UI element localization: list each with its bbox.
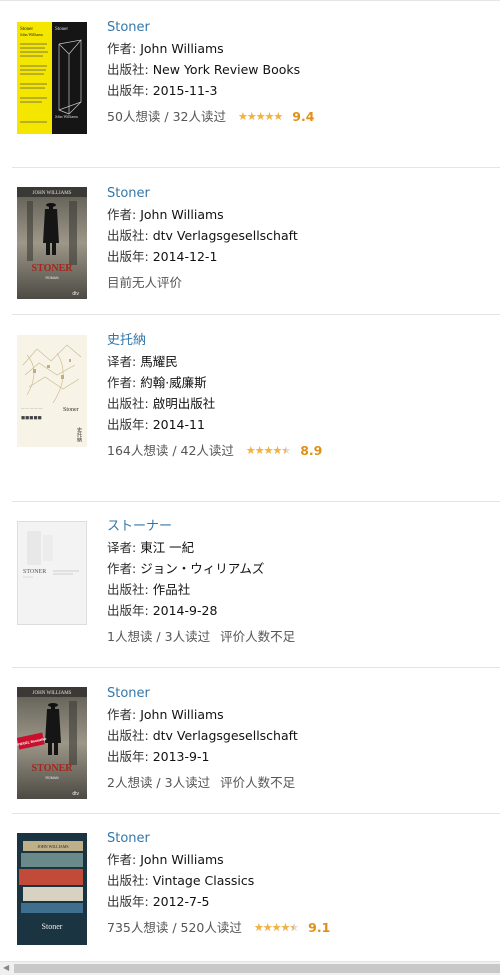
- horizontal-scrollbar[interactable]: ◀: [0, 961, 500, 975]
- read-counts: 2人想读 / 3人读过: [107, 775, 211, 790]
- separator: [12, 667, 500, 668]
- author-row: 作者: John Williams: [107, 207, 224, 222]
- top-border: [0, 0, 500, 1]
- svg-text:dtv: dtv: [72, 791, 79, 797]
- book-info: Stoner 作者: John Williams 出版社: Vintage Cl…: [107, 828, 487, 938]
- book-info: Stoner 作者: John Williams 出版社: dtv Verlag…: [107, 183, 487, 293]
- publisher-row: 出版社: 啟明出版社: [107, 396, 216, 411]
- svg-text:STONER: STONER: [32, 763, 74, 774]
- svg-text:史托納: 史托納: [76, 426, 82, 443]
- translator-row: 译者: 東江 一紀: [107, 540, 195, 555]
- book-title[interactable]: Stoner: [107, 828, 487, 849]
- rating-row: 目前无人评价: [107, 272, 487, 293]
- svg-text:JOHN WILLIAMS: JOHN WILLIAMS: [37, 844, 68, 849]
- rating-row: 164人想读 / 42人读过 ★★★★★★★★★★ 8.9: [107, 440, 487, 461]
- read-counts: 1人想读 / 3人读过: [107, 629, 211, 644]
- rating-score: 9.4: [292, 109, 315, 124]
- publisher-row: 出版社: dtv Verlagsgesellschaft: [107, 228, 298, 243]
- book-cover[interactable]: JOHN WILLIAMS STONER ROMAN dtv: [17, 187, 87, 299]
- publisher-row: 出版社: 作品社: [107, 582, 191, 597]
- author-row: 作者: 約翰·威廉斯: [107, 375, 207, 390]
- read-counts: 735人想读 / 520人读过: [107, 920, 242, 935]
- book-info: Stoner 作者: John Williams 出版社: New York R…: [107, 17, 487, 127]
- book-title[interactable]: ストーナー: [107, 516, 487, 537]
- separator: [12, 501, 500, 502]
- book-info: ストーナー 译者: 東江 一紀 作者: ジョン・ウィリアムズ 出版社: 作品社 …: [107, 516, 487, 647]
- svg-text:Stoner: Stoner: [42, 922, 63, 931]
- author-row: 作者: ジョン・ウィリアムズ: [107, 561, 265, 576]
- author-row: 作者: John Williams: [107, 41, 224, 56]
- publisher-row: 出版社: Vintage Classics: [107, 873, 255, 888]
- book-title[interactable]: Stoner: [107, 683, 487, 704]
- read-counts: 164人想读 / 42人读过: [107, 443, 234, 458]
- svg-text:STONER: STONER: [23, 569, 46, 575]
- rating-score: 9.1: [308, 920, 331, 935]
- year-row: 出版年: 2014-12-1: [107, 249, 218, 264]
- year-row: 出版年: 2013-9-1: [107, 749, 210, 764]
- rating-row: 1人想读 / 3人读过 评价人数不足: [107, 626, 487, 647]
- year-row: 出版年: 2014-11: [107, 417, 205, 432]
- rating-row: 2人想读 / 3人读过 评价人数不足: [107, 772, 487, 793]
- rating-note: 评价人数不足: [220, 629, 296, 644]
- svg-text:JOHN WILLIAMS: JOHN WILLIAMS: [33, 191, 72, 196]
- book-title[interactable]: Stoner: [107, 17, 487, 38]
- separator: [12, 314, 500, 315]
- svg-text:Stoner: Stoner: [63, 407, 79, 413]
- svg-text:ROMAN: ROMAN: [45, 276, 59, 280]
- rating-row: 735人想读 / 520人读过 ★★★★★★★★★★ 9.1: [107, 917, 487, 938]
- publisher-row: 出版社: dtv Verlagsgesellschaft: [107, 728, 298, 743]
- rating-score: 8.9: [300, 443, 323, 458]
- cover-author: John Williams: [20, 32, 43, 37]
- separator: [12, 167, 500, 168]
- book-info: 史托納 译者: 馬耀民 作者: 約翰·威廉斯 出版社: 啟明出版社 出版年: 2…: [107, 330, 487, 461]
- scroll-left-arrow-icon[interactable]: ◀: [3, 963, 9, 972]
- author-row: 作者: John Williams: [107, 852, 224, 867]
- star-rating: ★★★★★★★★★★: [253, 921, 299, 934]
- book-cover[interactable]: Stoner John Williams Stoner John William…: [17, 22, 87, 134]
- svg-text:ROMAN: ROMAN: [45, 776, 59, 780]
- book-title[interactable]: 史托納: [107, 330, 487, 351]
- svg-text:— — — — —: — — — — —: [21, 406, 43, 410]
- book-cover[interactable]: — — — — — ◼◼◼◼◼ Stoner 史托納: [17, 335, 87, 447]
- book-cover[interactable]: JOHN WILLIAMS Stoner: [17, 833, 87, 945]
- scrollbar-thumb[interactable]: [14, 964, 500, 973]
- book-title[interactable]: Stoner: [107, 183, 487, 204]
- star-rating: ★★★★★★★★★★: [245, 444, 291, 457]
- svg-text:STONER: STONER: [32, 263, 74, 274]
- rating-note: 评价人数不足: [220, 775, 296, 790]
- book-cover[interactable]: JOHN WILLIAMS SPIEGEL Bestseller STONER …: [17, 687, 87, 799]
- rating-row: 50人想读 / 32人读过 ★★★★★ ★★★★★ 9.4: [107, 106, 487, 127]
- book-info: Stoner 作者: John Williams 出版社: dtv Verlag…: [107, 683, 487, 793]
- star-rating: ★★★★★★★★★★: [237, 110, 283, 123]
- svg-text:John Williams: John Williams: [55, 114, 78, 119]
- book-cover[interactable]: STONER: [17, 521, 87, 633]
- year-row: 出版年: 2015-11-3: [107, 83, 218, 98]
- read-counts: 目前无人评价: [107, 275, 183, 290]
- svg-text:◼◼◼◼◼: ◼◼◼◼◼: [21, 416, 42, 421]
- year-row: 出版年: 2014-9-28: [107, 603, 218, 618]
- translator-row: 译者: 馬耀民: [107, 354, 178, 369]
- read-counts: 50人想读 / 32人读过: [107, 109, 226, 124]
- author-row: 作者: John Williams: [107, 707, 224, 722]
- year-row: 出版年: 2012-7-5: [107, 894, 210, 909]
- separator: [12, 813, 500, 814]
- svg-text:JOHN WILLIAMS: JOHN WILLIAMS: [33, 691, 72, 696]
- svg-text:Stoner: Stoner: [55, 27, 68, 32]
- publisher-row: 出版社: New York Review Books: [107, 62, 301, 77]
- svg-text:dtv: dtv: [72, 291, 79, 297]
